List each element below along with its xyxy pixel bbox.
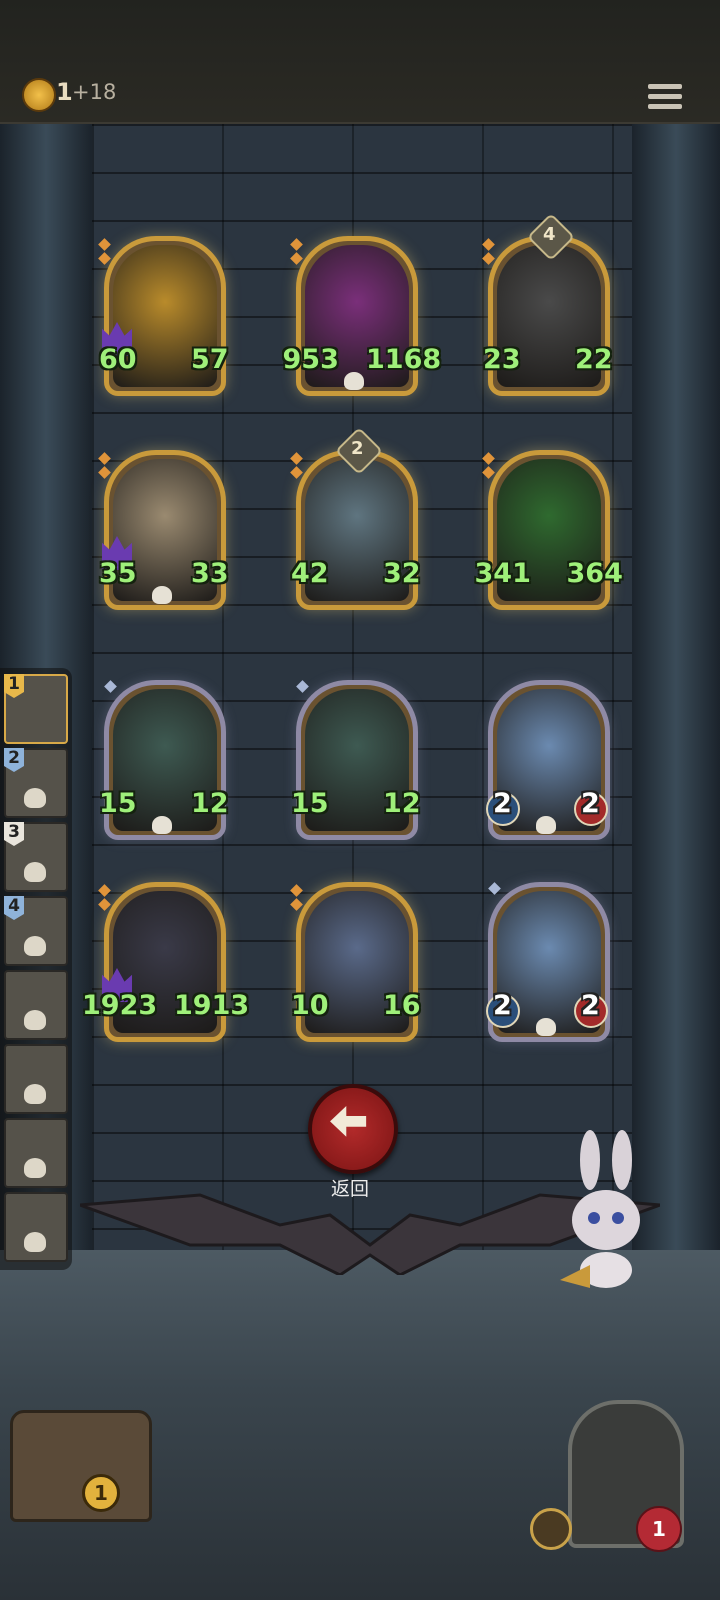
queue-slot[interactable] <box>4 1044 68 1114</box>
health-value: 16 <box>383 990 421 1021</box>
queue-slot[interactable] <box>4 1118 68 1188</box>
hero-health-badge: 1 <box>636 1506 682 1552</box>
health-value: 2 <box>581 788 600 819</box>
queue-slot[interactable]: 1 <box>4 674 68 744</box>
attack-value: 341 <box>474 558 531 589</box>
back-label: 返回 <box>330 1178 369 1200</box>
attack-value: 35 <box>99 558 137 589</box>
arrow-left-icon <box>330 1106 367 1137</box>
attack-value: 2 <box>493 788 512 819</box>
right-pillar <box>632 124 720 1254</box>
bunny-mascot-icon <box>560 1130 640 1288</box>
health-value: 1168 <box>366 344 442 375</box>
skull-icon <box>24 1158 46 1178</box>
health-value: 32 <box>383 558 421 589</box>
health-value: 12 <box>191 788 229 819</box>
back-button[interactable] <box>308 1084 398 1174</box>
skull-icon <box>24 1232 46 1252</box>
level-number: 2 <box>351 438 364 459</box>
crown-coin-icon <box>22 78 56 112</box>
skull-icon <box>152 586 172 604</box>
skull-icon <box>24 862 46 882</box>
queue-order-badge: 2 <box>4 748 24 772</box>
attack-value: 42 <box>291 558 329 589</box>
attack-value: 1923 <box>82 990 158 1021</box>
health-value: 33 <box>191 558 229 589</box>
queue-slot[interactable]: 4 <box>4 896 68 966</box>
queue-order-badge: 1 <box>4 674 24 698</box>
queue-slot[interactable]: 3 <box>4 822 68 892</box>
skull-icon <box>24 788 46 808</box>
skull-icon <box>24 1084 46 1104</box>
queue-slot[interactable] <box>4 1192 68 1262</box>
hero-power-icon[interactable] <box>530 1508 572 1550</box>
queue-order-badge: 4 <box>4 896 24 920</box>
health-value: 57 <box>191 344 229 375</box>
skull-icon <box>344 372 364 390</box>
skull-icon <box>536 1018 556 1036</box>
top-bar <box>0 0 720 124</box>
coin-income: +18 <box>72 80 117 104</box>
chest-count-badge: 1 <box>82 1474 120 1512</box>
skull-icon <box>152 816 172 834</box>
attack-value: 23 <box>483 344 521 375</box>
level-number: 4 <box>543 224 556 245</box>
skull-icon <box>536 816 556 834</box>
health-value: 12 <box>383 788 421 819</box>
attack-value: 15 <box>99 788 137 819</box>
attack-value: 60 <box>99 344 137 375</box>
treasure-chest-icon[interactable] <box>10 1410 152 1522</box>
attack-value: 2 <box>493 990 512 1021</box>
attack-value: 10 <box>291 990 329 1021</box>
menu-icon[interactable] <box>648 84 682 114</box>
health-value: 364 <box>566 558 623 589</box>
coin-count: 1 <box>56 78 73 106</box>
queue-order-badge: 3 <box>4 822 24 846</box>
attack-value: 953 <box>282 344 339 375</box>
health-value: 2 <box>581 990 600 1021</box>
skull-icon <box>24 936 46 956</box>
skull-icon <box>24 1010 46 1030</box>
queue-slot[interactable]: 2 <box>4 748 68 818</box>
health-value: 22 <box>575 344 613 375</box>
health-value: 1913 <box>174 990 250 1021</box>
attack-value: 15 <box>291 788 329 819</box>
queue-slot[interactable] <box>4 970 68 1040</box>
